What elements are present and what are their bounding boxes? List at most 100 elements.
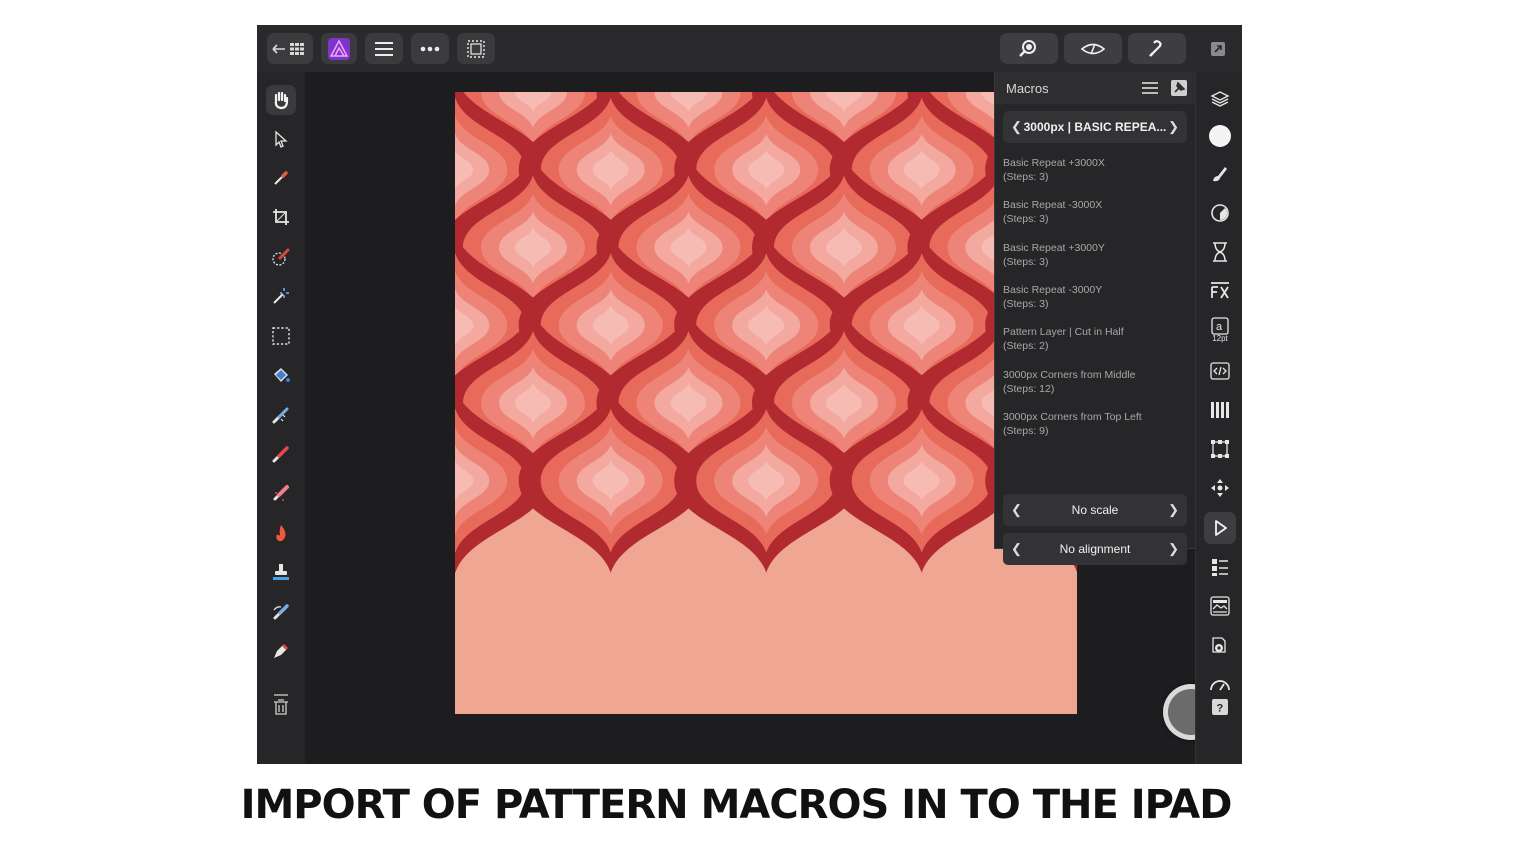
styles-icon	[1212, 559, 1228, 576]
studio-text[interactable]: a 12pt	[1204, 314, 1236, 346]
macro-steps: (Steps: 3)	[1003, 255, 1049, 268]
tool-pen[interactable]	[266, 636, 296, 666]
photo-persona-button[interactable]	[321, 33, 357, 64]
macro-item[interactable]: 3000px Corners from Middle (Steps: 12)	[1003, 369, 1187, 396]
svg-text:a: a	[1216, 321, 1223, 333]
back-grid-icon	[272, 42, 304, 55]
selection-mode-button[interactable]	[457, 33, 495, 64]
studio-effects[interactable]	[1204, 275, 1236, 307]
tool-view[interactable]	[266, 85, 296, 115]
macro-name: Basic Repeat +3000Y	[1003, 242, 1105, 254]
fullscreen-icon	[1211, 41, 1225, 56]
quick-mask-button[interactable]	[1064, 33, 1122, 64]
studio-channels[interactable]	[1204, 394, 1236, 426]
more-button[interactable]	[411, 33, 449, 64]
studio-transform[interactable]	[1204, 433, 1236, 465]
macro-item[interactable]: Basic Repeat -3000Y (Steps: 3)	[1003, 284, 1187, 311]
studio-brushes[interactable]	[1204, 158, 1236, 190]
studio-adjustments[interactable]	[1204, 197, 1236, 229]
studio-source[interactable]	[1204, 355, 1236, 387]
affinity-photo-icon	[328, 37, 350, 60]
flood-fill-icon	[274, 368, 290, 382]
app-window: Macros ❮ 3000px | BASIC REPEA... ❯ Basic…	[257, 25, 1242, 764]
help-button[interactable]: ?	[1204, 691, 1236, 723]
studio-layers[interactable]	[1204, 83, 1236, 115]
macro-name: Basic Repeat -3000X	[1003, 199, 1103, 211]
tool-flood-fill[interactable]	[266, 360, 296, 390]
tool-selection-brush[interactable]	[266, 242, 296, 272]
macro-item[interactable]: Basic Repeat +3000Y (Steps: 3)	[1003, 242, 1187, 269]
tool-burn-brush[interactable]	[266, 518, 296, 548]
tool-healing-brush[interactable]	[266, 597, 296, 627]
scale-selector[interactable]: ❮ No scale ❯	[1003, 494, 1187, 526]
pin-icon[interactable]	[1171, 80, 1187, 96]
tool-move[interactable]	[266, 124, 296, 154]
burn-brush-icon	[276, 525, 286, 542]
fx-icon	[1211, 282, 1229, 299]
macro-name: Basic Repeat -3000Y	[1003, 284, 1103, 296]
tool-erase-brush[interactable]	[266, 478, 296, 508]
panel-menu-icon[interactable]	[1141, 81, 1159, 95]
color-icon	[1209, 125, 1231, 147]
video-caption: IMPORT OF PATTERN MACROS IN TO THE IPAD	[240, 782, 1233, 828]
layers-icon	[1210, 91, 1230, 107]
chevron-right-icon[interactable]: ❯	[1168, 119, 1179, 135]
assets-icon	[1212, 637, 1226, 653]
macro-category-selector[interactable]: ❮ 3000px | BASIC REPEA... ❯	[1003, 111, 1187, 143]
hamburger-icon	[375, 41, 393, 56]
chevron-left-icon[interactable]: ❮	[1011, 119, 1022, 135]
chevron-right-icon[interactable]: ❯	[1168, 541, 1179, 557]
macro-name: 3000px Corners from Middle	[1003, 369, 1136, 381]
tool-crop[interactable]	[266, 202, 296, 232]
selection-brush-icon	[272, 248, 290, 266]
chevron-left-icon[interactable]: ❮	[1011, 541, 1022, 557]
tool-color-picker[interactable]	[266, 163, 296, 193]
studio-color[interactable]	[1204, 120, 1236, 152]
tool-delete[interactable]	[266, 690, 296, 720]
back-to-documents-button[interactable]	[267, 33, 313, 64]
view-mode-button[interactable]	[1000, 33, 1058, 64]
history-icon	[1213, 242, 1227, 262]
tool-paint-brush[interactable]	[266, 400, 296, 430]
menu-button[interactable]	[365, 33, 403, 64]
macros-panel-header: Macros	[995, 72, 1195, 104]
macro-item[interactable]: Basic Repeat -3000X (Steps: 3)	[1003, 199, 1187, 226]
macro-steps: (Steps: 3)	[1003, 297, 1049, 310]
quick-mask-icon	[1080, 43, 1106, 54]
healing-brush-icon	[273, 604, 289, 620]
studio-stock[interactable]	[1204, 590, 1236, 622]
top-toolbar	[257, 25, 1242, 72]
macro-item[interactable]: 3000px Corners from Top Left (Steps: 9)	[1003, 411, 1187, 438]
fullscreen-button[interactable]	[1205, 33, 1231, 64]
macros-panel: Macros ❮ 3000px | BASIC REPEA... ❯ Basic…	[994, 72, 1196, 565]
pattern-canvas[interactable]	[455, 92, 1077, 714]
macro-steps: (Steps: 9)	[1003, 424, 1049, 437]
macro-steps: (Steps: 2)	[1003, 339, 1049, 352]
chevron-left-icon[interactable]: ❮	[1011, 502, 1022, 518]
studio-navigator[interactable]	[1204, 472, 1236, 504]
tool-pixel-brush[interactable]	[266, 439, 296, 469]
magnet-icon	[1149, 39, 1162, 57]
zoom-view-icon	[1019, 39, 1036, 57]
snapping-button[interactable]	[1128, 33, 1186, 64]
macro-item[interactable]: Basic Repeat +3000X (Steps: 3)	[1003, 157, 1187, 184]
studio-assets[interactable]	[1204, 629, 1236, 661]
alignment-selector[interactable]: ❮ No alignment ❯	[1003, 533, 1187, 565]
macro-name: Basic Repeat +3000X	[1003, 157, 1105, 169]
studio-history[interactable]	[1204, 236, 1236, 268]
tool-marquee[interactable]	[266, 321, 296, 351]
macro-item[interactable]: Pattern Layer | Cut in Half (Steps: 2)	[1003, 326, 1187, 353]
tool-clone-brush[interactable]	[266, 557, 296, 587]
left-toolbar	[257, 72, 305, 764]
marquee-select-icon	[467, 39, 485, 58]
right-toolbar: a 12pt ?	[1195, 72, 1242, 764]
navigator-icon	[1211, 479, 1229, 497]
studio-macros[interactable]	[1204, 512, 1236, 544]
studio-styles[interactable]	[1204, 551, 1236, 583]
text-size-label: 12pt	[1212, 334, 1228, 343]
tool-flood-select[interactable]	[266, 281, 296, 311]
ellipsis-icon	[420, 46, 440, 51]
chevron-right-icon[interactable]: ❯	[1168, 502, 1179, 518]
macros-panel-title: Macros	[1006, 81, 1049, 96]
macro-category-label: 3000px | BASIC REPEA...	[1023, 120, 1167, 134]
